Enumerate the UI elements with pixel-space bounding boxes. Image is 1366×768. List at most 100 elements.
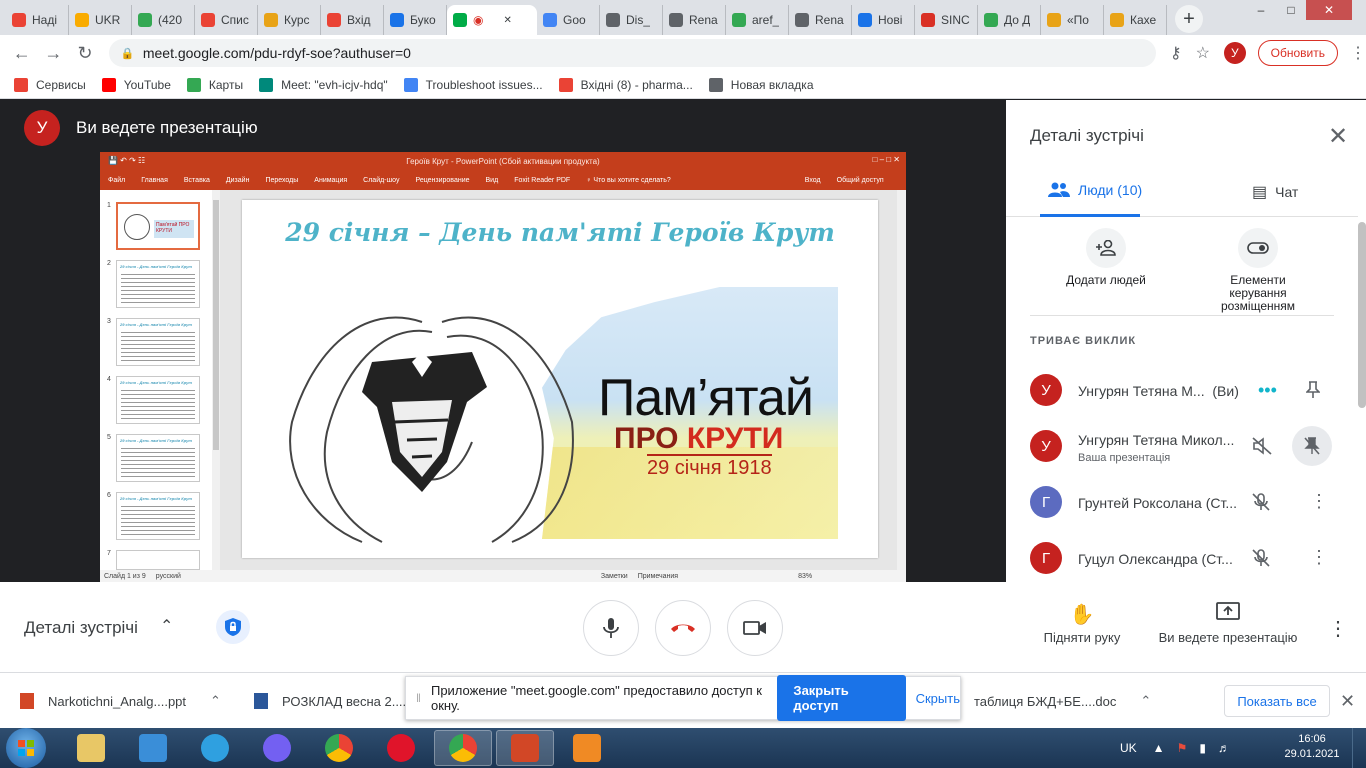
tab-people[interactable]: Люди (10)	[1048, 182, 1142, 198]
close-tab-icon[interactable]: ✕	[503, 15, 511, 26]
star-icon[interactable]: ☆	[1196, 43, 1210, 63]
meeting-details-toggle[interactable]: Деталі зустрічі	[24, 618, 138, 638]
chevron-up-icon[interactable]: ⌃	[1140, 693, 1151, 709]
download-item[interactable]: таблиця БЖД+БЕ....doc ⌃	[974, 693, 1151, 709]
slide-thumb-2[interactable]: 29 січня - День пам'яті Героїв Крут	[116, 260, 200, 308]
pin-icon[interactable]	[1305, 381, 1321, 404]
slide-thumb-3[interactable]: 29 січня - День пам'яті Героїв Крут	[116, 318, 200, 366]
browser-tab[interactable]: До Д	[978, 5, 1041, 35]
more-options-icon[interactable]: ⋮	[1328, 616, 1348, 641]
stop-sharing-button[interactable]: Закрыть доступ	[777, 675, 906, 721]
bookmark-item[interactable]: Карты	[186, 77, 243, 92]
maximize-button[interactable]: □	[1276, 0, 1306, 20]
microphone-button[interactable]	[583, 600, 639, 656]
browser-tab[interactable]: aref_	[726, 5, 789, 35]
taskbar-foxit[interactable]	[558, 730, 616, 766]
taskbar-media-player[interactable]	[124, 730, 182, 766]
taskbar-viber[interactable]	[248, 730, 306, 766]
browser-tab[interactable]: Наді	[6, 5, 69, 35]
browser-tab[interactable]: Dis_	[600, 5, 663, 35]
slide-thumb-5[interactable]: 29 січня - День пам'яті Героїв Крут	[116, 434, 200, 482]
close-icon[interactable]: ✕	[1340, 691, 1355, 712]
flag-icon[interactable]: ⚑	[1177, 741, 1188, 755]
browser-tab[interactable]: (420	[132, 5, 195, 35]
close-icon[interactable]: ✕	[1328, 122, 1348, 151]
forward-button[interactable]: →	[38, 43, 70, 64]
ribbon-animation[interactable]: Анимация	[314, 177, 347, 184]
system-clock[interactable]: 16:06 29.01.2021	[1284, 732, 1340, 762]
language-indicator[interactable]: UK	[1120, 741, 1137, 755]
shield-lock-icon[interactable]	[216, 610, 250, 644]
chevron-up-icon[interactable]: ⌃	[160, 616, 173, 636]
bookmark-item[interactable]: Сервисы	[14, 77, 86, 92]
drag-handle-icon[interactable]: ‖	[416, 691, 421, 705]
ribbon-insert[interactable]: Вставка	[184, 177, 210, 184]
download-item[interactable]: Narkotichni_Analg....ppt ⌃	[20, 693, 221, 709]
browser-tab[interactable]: Rena	[789, 5, 852, 35]
thumbnail-scroll-thumb[interactable]	[213, 200, 219, 450]
download-item[interactable]: РОЗКЛАД весна 2....d	[254, 693, 413, 709]
browser-tab[interactable]: Вхід	[321, 5, 384, 35]
comments-button[interactable]: Примечания	[638, 573, 678, 580]
url-field[interactable]: 🔒 meet.google.com/pdu-rdyf-soe?authuser=…	[108, 39, 1156, 67]
tab-chat[interactable]: ▤ Чат	[1252, 182, 1298, 202]
ribbon-share[interactable]: Общий доступ	[837, 177, 884, 184]
browser-tab[interactable]: Rena	[663, 5, 726, 35]
taskbar-explorer[interactable]	[62, 730, 120, 766]
hide-button[interactable]: Скрыть	[916, 691, 960, 706]
slide-thumb-1[interactable]: Пам'ятай ПРО КРУТИ	[116, 202, 200, 250]
reload-button[interactable]: ↻	[69, 43, 101, 64]
slide-thumb-7[interactable]	[116, 550, 200, 570]
profile-avatar[interactable]: У	[1223, 42, 1246, 64]
slide-thumb-4[interactable]: 29 січня - День пам'яті Героїв Крут	[116, 376, 200, 424]
browser-tab[interactable]: Курс	[258, 5, 321, 35]
key-icon[interactable]: ⚷	[1170, 43, 1182, 63]
panel-scrollbar[interactable]	[1358, 222, 1366, 408]
raise-hand-button[interactable]: ✋ Підняти руку	[1034, 602, 1130, 645]
network-icon[interactable]: ▲	[1153, 741, 1165, 755]
menu-icon[interactable]: ⋮	[1350, 43, 1366, 63]
browser-tab[interactable]: Спис	[195, 5, 258, 35]
bookmark-item[interactable]: Новая вкладка	[708, 77, 814, 92]
slide-scrollbar[interactable]	[897, 190, 906, 570]
participant-row[interactable]: Г Грунтей Роксолана (Ст... ⋮	[1030, 482, 1350, 522]
taskbar-ie[interactable]	[186, 730, 244, 766]
bookmark-item[interactable]: Вхідні (8) - pharma...	[558, 77, 693, 92]
chevron-up-icon[interactable]: ⌃	[210, 693, 221, 709]
show-desktop-button[interactable]	[1352, 728, 1366, 768]
camera-button[interactable]	[727, 600, 783, 656]
bookmark-item[interactable]: Troubleshoot issues...	[403, 77, 543, 92]
show-all-button[interactable]: Показать все	[1224, 685, 1330, 717]
taskbar-opera[interactable]	[372, 730, 430, 766]
taskbar-chrome[interactable]	[310, 730, 368, 766]
more-options-icon[interactable]: ⋮	[1310, 491, 1328, 512]
update-button[interactable]: Обновить	[1257, 40, 1339, 66]
browser-tab[interactable]: UKR	[69, 5, 132, 35]
ribbon-signin[interactable]: Вход	[805, 177, 821, 184]
ribbon-review[interactable]: Рецензирование	[415, 177, 469, 184]
bookmark-item[interactable]: YouTube	[101, 77, 171, 92]
browser-tab[interactable]: SINC	[915, 5, 978, 35]
close-window-button[interactable]: ✕	[1306, 0, 1352, 20]
back-button[interactable]: ←	[6, 43, 38, 64]
leave-call-button[interactable]	[655, 600, 711, 656]
ribbon-file[interactable]: Файл	[108, 177, 125, 184]
ribbon-design[interactable]: Дизайн	[226, 177, 250, 184]
participant-row[interactable]: Г Гуцул Олександра (Ст... ⋮	[1030, 538, 1350, 578]
browser-tab[interactable]: Goo	[537, 5, 600, 35]
more-options-icon[interactable]: ⋮	[1310, 547, 1328, 568]
minimize-button[interactable]: –	[1246, 0, 1276, 20]
signal-icon[interactable]: ▮	[1199, 741, 1206, 755]
notes-button[interactable]: Заметки	[601, 573, 628, 580]
ribbon-view[interactable]: Вид	[486, 177, 499, 184]
taskbar-powerpoint[interactable]	[496, 730, 554, 766]
thumbnail-scrollbar[interactable]	[212, 190, 220, 570]
volume-icon[interactable]: ♬	[1218, 741, 1230, 755]
quick-access-toolbar[interactable]: 💾 ↶ ↷ ☷	[108, 156, 145, 165]
browser-tab[interactable]: «По	[1041, 5, 1104, 35]
participant-row[interactable]: У Унгурян Тетяна Микол... Ваша презентац…	[1030, 426, 1350, 466]
taskbar-chrome-profile[interactable]	[434, 730, 492, 766]
host-controls-button[interactable]: Елементи керування розміщенням	[1206, 228, 1310, 313]
ribbon-tell-me[interactable]: ♀ Что вы хотите сделать?	[586, 177, 671, 184]
browser-tab[interactable]: Кахе	[1104, 5, 1167, 35]
